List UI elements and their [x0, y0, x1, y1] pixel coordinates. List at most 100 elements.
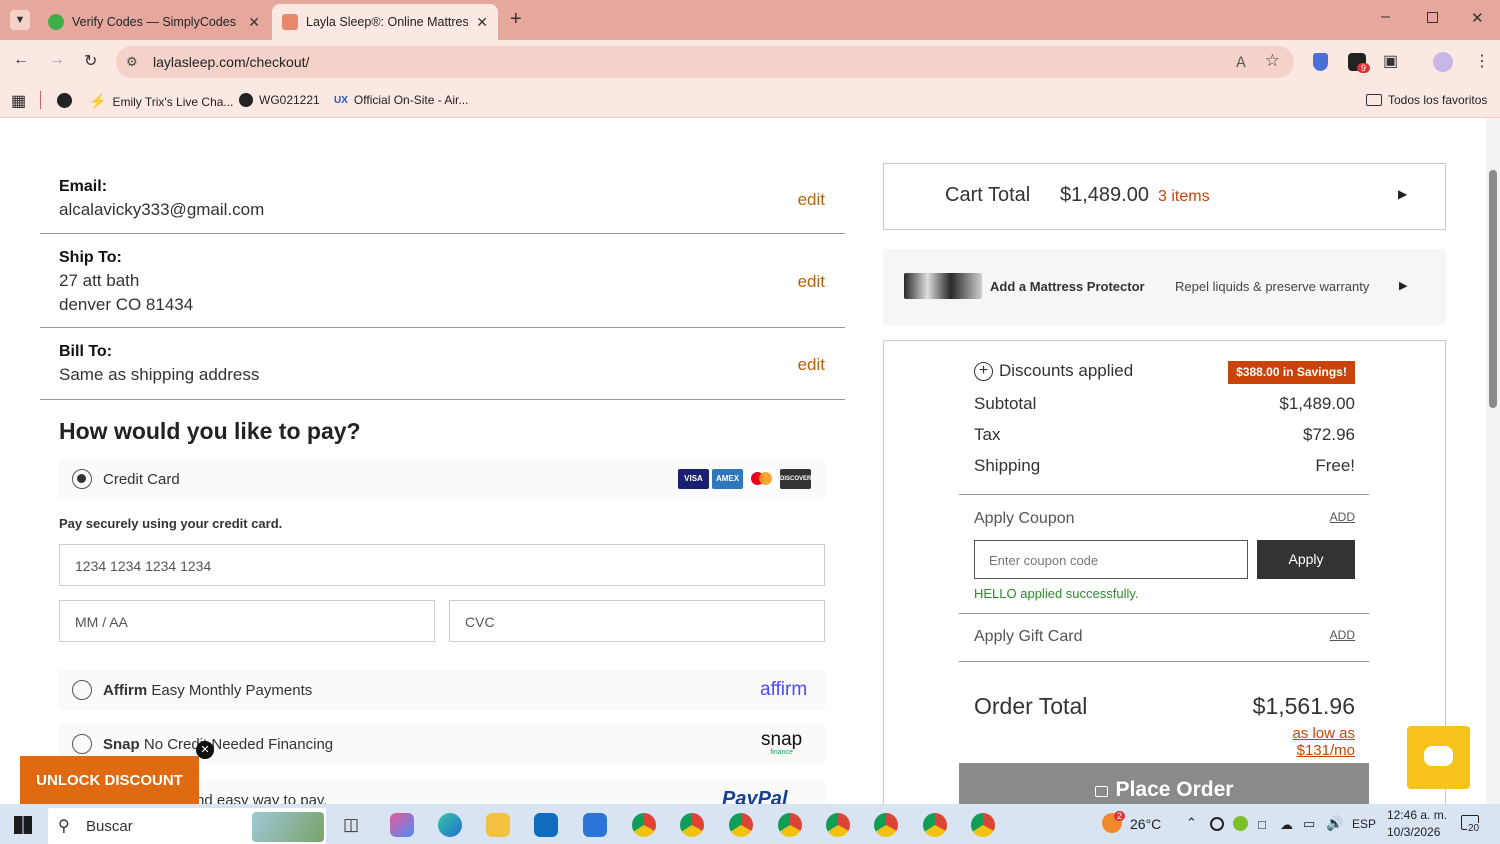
chrome-icon[interactable] [874, 813, 898, 837]
expand-caret-icon[interactable]: ▶ [1398, 187, 1407, 201]
chrome-icon[interactable] [680, 813, 704, 837]
bookmarks-bar: ▦ ⚡ Emily Trix's Live Cha... WG021221 UX… [0, 84, 1500, 118]
menu-kebab-icon[interactable]: ⋮ [1474, 51, 1490, 71]
clock-time[interactable]: 12:46 a. m. [1387, 808, 1447, 822]
translate-icon[interactable]: Ａ [1234, 52, 1248, 72]
expiry-input[interactable]: MM / AA [59, 600, 435, 642]
snap-label: Snap No Credit Needed Financing [103, 736, 333, 753]
chrome-icon[interactable] [826, 813, 850, 837]
credit-card-option[interactable]: Credit Card VISA AMEX DISCOVER [59, 459, 825, 499]
cvc-input[interactable]: CVC [449, 600, 825, 642]
chat-bubble-button[interactable] [1407, 726, 1470, 789]
affirm-text: Easy Monthly Payments [151, 682, 313, 699]
tab-search-icon[interactable]: ▼ [10, 10, 30, 30]
chrome-icon[interactable] [632, 813, 656, 837]
store-icon[interactable] [583, 813, 607, 837]
task-view-icon[interactable]: ◫ [343, 815, 359, 835]
protector-caret-icon[interactable]: ▶ [1399, 279, 1407, 292]
windows-taskbar: ⚲ Buscar ◫ 2 26°C ⌃ □ ☁ ▭ 🔊 ESP 12:46 a.… [0, 804, 1500, 844]
discounts-label: Discounts applied [999, 361, 1134, 380]
tray-chevron-icon[interactable]: ⌃ [1186, 815, 1197, 831]
back-icon[interactable]: ← [13, 51, 29, 69]
shield-extension-icon[interactable] [1313, 53, 1328, 71]
bookmark-wg[interactable]: WG021221 [239, 93, 320, 107]
language-indicator[interactable]: ESP [1352, 817, 1376, 831]
monthly-payment-link[interactable]: as low as $131/mo [1233, 725, 1355, 759]
apps-grid-icon[interactable]: ▦ [11, 91, 26, 111]
tab-layla[interactable]: Layla Sleep®: Online Mattress S ✕ [272, 4, 498, 40]
new-tab-icon[interactable]: + [510, 8, 522, 31]
copilot-icon[interactable] [390, 813, 414, 837]
site-info-icon[interactable]: ⚙ [126, 54, 138, 70]
profile-avatar[interactable] [1433, 52, 1453, 72]
affirm-radio[interactable] [72, 680, 92, 700]
pay-heading: How would you like to pay? [59, 418, 361, 444]
reload-icon[interactable]: ↻ [84, 51, 97, 71]
windows-start-icon[interactable] [14, 816, 32, 834]
plus-circle-icon: + [974, 361, 993, 381]
outlook-icon[interactable] [534, 813, 558, 837]
restore-icon[interactable] [1427, 12, 1438, 23]
tab-simplycodes[interactable]: Verify Codes — SimplyCodes ✕ [38, 4, 270, 40]
bookmark-star-icon[interactable]: ☆ [1265, 51, 1280, 71]
shipping-value: Free! [1315, 456, 1355, 475]
address-bar[interactable]: ⚙ laylasleep.com/checkout/ Ａ ☆ [116, 46, 1294, 78]
chrome-icon[interactable] [971, 813, 995, 837]
bookmark-official[interactable]: UX Official On-Site - Air... [334, 93, 468, 107]
tray-record-icon[interactable] [1210, 817, 1224, 831]
edge-icon[interactable] [438, 813, 462, 837]
bookmark-globe-icon[interactable] [57, 93, 72, 108]
affirm-option[interactable]: Affirm Easy Monthly Payments affirm [59, 670, 825, 710]
edit-ship-link[interactable]: edit [798, 272, 825, 292]
coupon-input[interactable]: Enter coupon code [974, 540, 1248, 579]
taskbar-search[interactable]: ⚲ Buscar [48, 808, 326, 844]
file-explorer-icon[interactable] [486, 813, 510, 837]
tray-onedrive-icon[interactable]: ☁ [1280, 817, 1293, 833]
ux-icon: UX [334, 94, 348, 106]
tax-label: Tax [974, 425, 1001, 444]
edit-bill-link[interactable]: edit [798, 355, 825, 375]
place-order-button[interactable]: Place Order [959, 763, 1369, 804]
card-brands: VISA AMEX DISCOVER [678, 469, 811, 489]
unlock-discount-button[interactable]: UNLOCK DISCOUNT [20, 756, 199, 804]
email-section: Email: alcalavicky333@gmail.com edit [59, 178, 825, 228]
email-value: alcalavicky333@gmail.com [59, 200, 265, 219]
edit-email-link[interactable]: edit [798, 190, 825, 210]
apply-coupon-button[interactable]: Apply [1257, 540, 1355, 579]
tray-app-icon[interactable] [1233, 816, 1248, 831]
close-banner-icon[interactable]: ✕ [196, 741, 214, 759]
chrome-icon[interactable] [729, 813, 753, 837]
weather-badge: 2 [1114, 811, 1126, 821]
minimize-icon[interactable]: – [1381, 8, 1390, 26]
chrome-icon[interactable] [778, 813, 802, 837]
browser-toolbar: ← → ↻ ⚙ laylasleep.com/checkout/ Ａ ☆ 9 ▣… [0, 40, 1500, 84]
add-coupon-link[interactable]: ADD [1330, 510, 1355, 524]
discounts-applied[interactable]: + Discounts applied [974, 361, 1133, 381]
close-window-icon[interactable]: ✕ [1471, 9, 1484, 27]
volume-icon[interactable]: 🔊 [1326, 815, 1343, 832]
forward-icon[interactable]: → [49, 51, 65, 69]
network-icon[interactable]: ▭ [1303, 816, 1315, 832]
scrollbar-thumb[interactable] [1489, 170, 1497, 408]
chrome-icon[interactable] [923, 813, 947, 837]
all-bookmarks-folder[interactable]: Todos los favoritos [1366, 93, 1487, 107]
bookmark-emily[interactable]: ⚡ Emily Trix's Live Cha... [89, 93, 233, 110]
shipping-row: Shipping Free! [974, 456, 1355, 476]
simplycodes-favicon-icon [48, 14, 64, 30]
clock-date[interactable]: 10/3/2026 [1387, 825, 1440, 839]
mattress-protector-row[interactable]: Add a Mattress Protector Repel liquids &… [883, 249, 1446, 325]
url-text[interactable]: laylasleep.com/checkout/ [153, 54, 309, 70]
paypal-text: nd easy way to pay. [196, 792, 328, 804]
close-tab-icon[interactable]: ✕ [476, 14, 488, 31]
card-number-input[interactable]: 1234 1234 1234 1234 [59, 544, 825, 586]
close-tab-icon[interactable]: ✕ [248, 14, 260, 31]
tray-meet-icon[interactable]: □ [1258, 817, 1266, 832]
cart-total-box[interactable]: Cart Total $1,489.00 3 items ▶ [883, 163, 1446, 230]
tax-row: Tax $72.96 [974, 425, 1355, 445]
ship-label: Ship To: [59, 249, 122, 266]
tax-value: $72.96 [1303, 425, 1355, 444]
puzzle-extensions-icon[interactable]: ▣ [1383, 51, 1398, 71]
snap-radio[interactable] [72, 734, 92, 754]
credit-card-radio[interactable] [72, 469, 92, 489]
add-giftcard-link[interactable]: ADD [1330, 628, 1355, 642]
